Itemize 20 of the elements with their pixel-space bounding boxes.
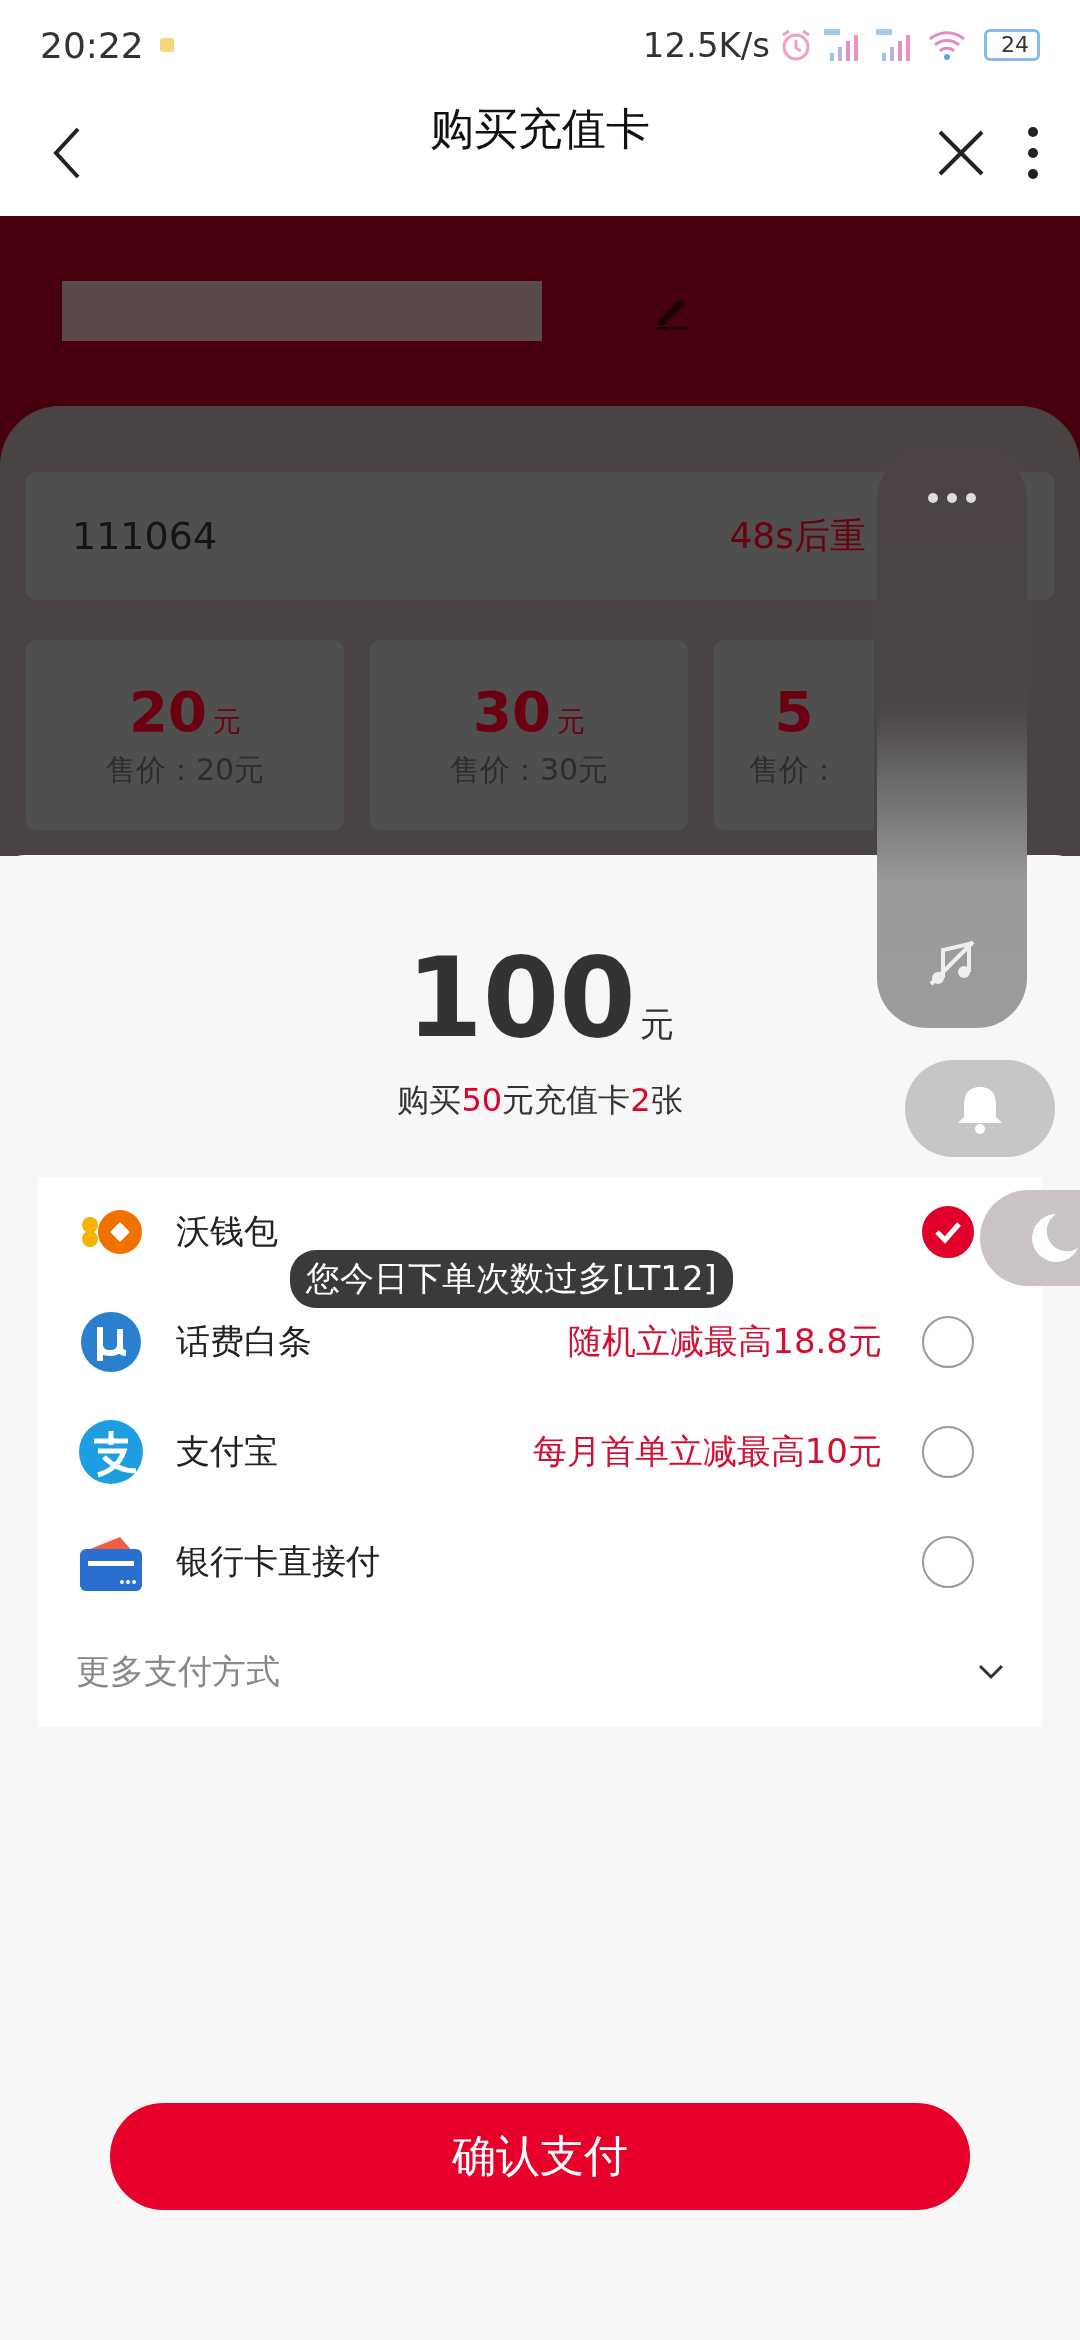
- card-unit: 元: [556, 704, 585, 740]
- page-title: 购买充值卡: [430, 102, 650, 156]
- card-amount: 5: [774, 679, 814, 744]
- purchase-summary: 购买50元充值卡2张: [397, 1080, 683, 1121]
- payment-name: 银行卡直接付: [176, 1540, 380, 1583]
- payment-name: 话费白条: [176, 1320, 312, 1363]
- payment-name: 沃钱包: [176, 1210, 278, 1253]
- card-unit: 元: [212, 704, 241, 740]
- card-amount: 20: [129, 679, 207, 744]
- network-speed: 12.5K/s: [642, 25, 770, 65]
- resend-timer: 48s后重: [729, 513, 866, 558]
- order-limit-toast: 您今日下单次数过多[LT12]: [290, 1250, 733, 1308]
- battery-icon: 24: [984, 29, 1040, 61]
- promo-text: 每月首单立减最高10元: [532, 1430, 882, 1473]
- promo-text: 随机立减最高18.8元: [568, 1320, 882, 1363]
- status-time: 20:22: [40, 24, 144, 66]
- card-amount: 30: [473, 679, 551, 744]
- total-unit: 元: [639, 1003, 674, 1046]
- payment-name: 支付宝: [176, 1430, 278, 1473]
- total-amount: 100: [406, 943, 636, 1053]
